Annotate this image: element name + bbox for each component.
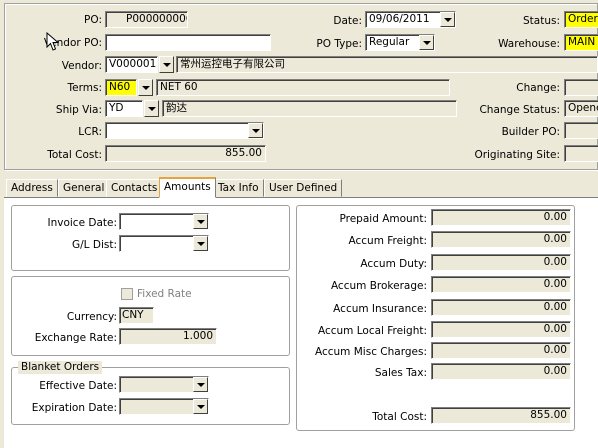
status-field[interactable]: Ordere <box>564 11 598 28</box>
currency-field: CNY <box>119 307 154 324</box>
amount-row-label: Prepaid Amount: <box>339 213 427 225</box>
vendor-code-field[interactable]: V000001 <box>105 56 158 73</box>
amount-row-label: Sales Tax: <box>374 367 427 379</box>
amount-row-label: Accum Local Freight: <box>317 325 427 337</box>
vendor-dropdown-button[interactable] <box>159 56 174 73</box>
accum-misc-charges-field: 0.00 <box>431 342 571 359</box>
amount-row-label: Accum Duty: <box>360 258 427 270</box>
builder-po-label: Builder PO: <box>501 126 560 138</box>
amounts-total-cost-field: 855.00 <box>431 407 571 424</box>
accum-local-freight-field: 0.00 <box>431 321 571 338</box>
gl-dist-dropdown-arrow-icon[interactable] <box>193 236 208 251</box>
effective-date-label: Effective Date: <box>39 380 117 392</box>
change-field <box>564 79 598 96</box>
effective-date-picker[interactable] <box>119 376 209 393</box>
ship-via-desc-field: 韵达 <box>162 100 457 117</box>
tab-address[interactable]: Address <box>6 179 58 197</box>
ship-via-dropdown-button[interactable] <box>144 100 159 117</box>
ship-via-label: Ship Via: <box>55 104 102 116</box>
tab-tax-info[interactable]: Tax Info <box>213 179 264 197</box>
tab-general[interactable]: General <box>58 179 110 197</box>
change-status-label: Change Status: <box>479 104 560 116</box>
mouse-pointer-icon <box>46 32 60 51</box>
date-picker[interactable]: 09/06/2011 <box>365 11 456 28</box>
po-type-value: Regular <box>369 36 410 48</box>
change-label: Change: <box>516 82 560 94</box>
invoice-date-dropdown-arrow-icon[interactable] <box>193 214 208 229</box>
warehouse-field[interactable]: MAIN <box>564 34 598 51</box>
po-type-dropdown-arrow-icon[interactable] <box>419 35 434 50</box>
terms-label: Terms: <box>67 82 102 94</box>
originating-site-label: Originating Site: <box>474 149 560 161</box>
fixed-rate-checkbox[interactable] <box>121 288 133 300</box>
po-number-field[interactable]: P000000006 <box>105 11 188 28</box>
warehouse-label: Warehouse: <box>498 38 560 50</box>
accum-duty-field: 0.00 <box>431 254 571 271</box>
invoice-date-label: Invoice Date: <box>47 217 117 229</box>
po-type-select[interactable]: Regular <box>365 34 435 51</box>
lcr-label: LCR: <box>78 126 102 138</box>
change-status-field: Opene <box>564 100 598 117</box>
vendor-name-field: 常州运控电子有限公司 <box>176 56 598 73</box>
amount-row-label: Accum Brokerage: <box>330 280 427 292</box>
vendor-po-label: Vendor PO: <box>43 37 102 49</box>
effective-date-dropdown-arrow-icon[interactable] <box>193 377 208 392</box>
status-label: Status: <box>523 15 560 27</box>
date-value: 09/06/2011 <box>369 13 430 25</box>
amount-row-label: Accum Freight: <box>348 235 427 247</box>
expiration-date-dropdown-arrow-icon[interactable] <box>193 399 208 414</box>
vendor-label: Vendor: <box>61 60 102 72</box>
tab-user-defined[interactable]: User Defined <box>264 179 343 197</box>
amounts-total-cost-label: Total Cost: <box>372 411 427 423</box>
currency-label: Currency: <box>66 311 117 323</box>
terms-dropdown-button[interactable] <box>138 79 153 96</box>
prepaid-amount-field: 0.00 <box>431 209 571 226</box>
date-label: Date: <box>333 15 362 27</box>
vendor-po-input[interactable] <box>105 34 271 51</box>
amount-row-label: Accum Insurance: <box>333 303 427 315</box>
accum-freight-field: 0.00 <box>431 231 571 248</box>
exchange-rate-field: 1.000 <box>119 328 217 345</box>
expiration-date-label: Expiration Date: <box>31 402 117 414</box>
exchange-rate-label: Exchange Rate: <box>34 332 117 344</box>
ship-via-code-field[interactable]: YD <box>105 100 143 117</box>
expiration-date-picker[interactable] <box>119 398 209 415</box>
po-label: PO: <box>84 14 102 26</box>
fixed-rate-label: Fixed Rate <box>137 288 192 300</box>
date-dropdown-arrow-icon[interactable] <box>440 12 455 27</box>
tab-contacts[interactable]: Contacts <box>106 179 163 197</box>
tab-amounts[interactable]: Amounts <box>159 177 216 198</box>
terms-desc-field: NET 60 <box>156 79 450 96</box>
po-type-label: PO Type: <box>316 38 362 50</box>
lcr-dropdown-arrow-icon[interactable] <box>248 123 263 138</box>
header-total-cost-field: 855.00 <box>105 145 266 162</box>
lcr-select[interactable] <box>105 122 264 139</box>
total-cost-label: Total Cost: <box>47 149 102 161</box>
gl-dist-label: G/L Dist: <box>72 239 117 251</box>
accum-insurance-field: 0.00 <box>431 299 571 316</box>
blanket-orders-title: Blanket Orders <box>18 361 103 374</box>
accum-brokerage-field: 0.00 <box>431 276 571 293</box>
sales-tax-field: 0.00 <box>431 363 571 380</box>
invoice-date-picker[interactable] <box>119 213 209 230</box>
amount-row-label: Accum Misc Charges: <box>314 346 427 358</box>
gl-dist-select[interactable] <box>119 235 209 252</box>
terms-code-field[interactable]: N60 <box>105 79 137 96</box>
originating-site-field <box>564 145 598 162</box>
builder-po-field <box>564 122 598 139</box>
